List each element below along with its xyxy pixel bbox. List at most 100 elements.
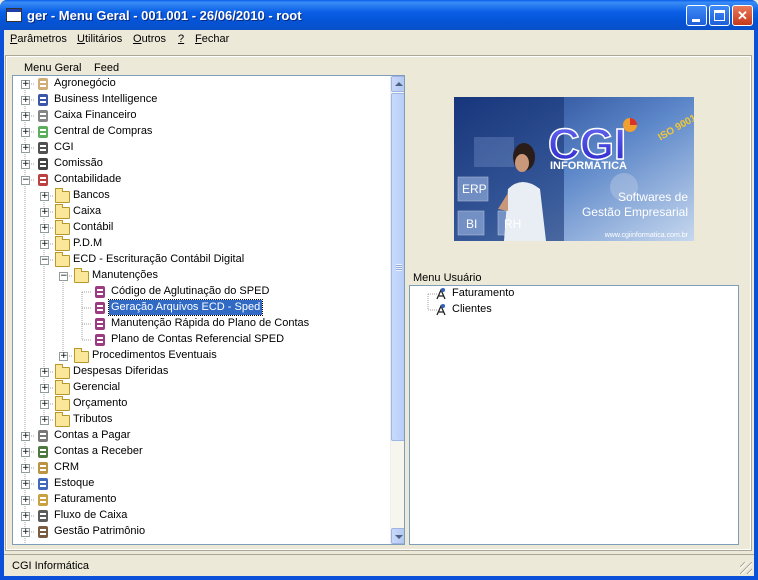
cgi-logo-banner: ERP BI RH CGI INFORMÁTICA ISO 9001 Softw…	[454, 97, 694, 241]
tree-node-label: Caixa	[73, 205, 102, 217]
crm-icon	[35, 460, 51, 476]
expand-icon[interactable]: +	[21, 464, 30, 473]
folder-icon	[54, 396, 70, 412]
tree-node[interactable]: + Gestão Patrimônio	[13, 524, 389, 540]
menu-help[interactable]: ?	[178, 33, 184, 45]
title-bar[interactable]: ger - Menu Geral - 001.001 - 26/06/2010 …	[0, 0, 758, 30]
bi-icon	[35, 92, 51, 108]
tree-node[interactable]: + Procedimentos Eventuais	[13, 348, 389, 364]
tree-node[interactable]: + Bancos	[13, 188, 389, 204]
expand-icon[interactable]: +	[21, 96, 30, 105]
shortcut-icon	[436, 304, 446, 316]
tree-node[interactable]: + Gerencial	[13, 380, 389, 396]
menu-utilitarios[interactable]: Utilitários	[77, 33, 122, 45]
maximize-button[interactable]	[709, 5, 730, 26]
folder-icon	[54, 188, 70, 204]
expand-icon[interactable]: +	[21, 432, 30, 441]
tree-node[interactable]: + Tributos	[13, 412, 389, 428]
tree-node[interactable]: + P.D.M	[13, 236, 389, 252]
user-item-label: Clientes	[452, 303, 492, 315]
tree-node-label: Orçamento	[73, 397, 128, 409]
minimize-button[interactable]	[686, 5, 707, 26]
collapse-icon[interactable]: −	[40, 256, 49, 265]
menu-fechar[interactable]: Fechar	[195, 33, 229, 45]
tree-node[interactable]: Geração Arquivos ECD - Sped	[13, 299, 389, 316]
expand-icon[interactable]: +	[21, 448, 30, 457]
resize-grip-icon[interactable]	[740, 562, 752, 574]
window-icon[interactable]	[6, 8, 22, 22]
tree-node[interactable]: + Agronegócio	[13, 76, 389, 92]
expand-icon[interactable]: +	[40, 416, 49, 425]
user-menu-tree[interactable]: Faturamento Clientes	[409, 285, 739, 545]
expand-icon[interactable]: +	[40, 192, 49, 201]
inventory-icon	[35, 476, 51, 492]
menu-tree[interactable]: + Agronegócio + Business Intelligence + Caixa…	[12, 75, 405, 545]
expand-icon[interactable]: +	[40, 224, 49, 233]
expand-icon[interactable]: +	[40, 384, 49, 393]
tree-node[interactable]: Plano de Contas Referencial SPED	[13, 332, 389, 348]
expand-icon[interactable]: +	[40, 368, 49, 377]
menu-parametros[interactable]: Parâmetros	[10, 33, 67, 45]
close-button[interactable]: ✕	[732, 5, 753, 26]
percent-icon	[35, 156, 51, 172]
tree-node[interactable]: + Comissão	[13, 156, 389, 172]
folder-icon	[73, 348, 89, 364]
expand-icon[interactable]: +	[21, 80, 30, 89]
tree-node[interactable]: + Orçamento	[13, 396, 389, 412]
expand-icon[interactable]: +	[21, 528, 30, 537]
menu-mnemonic: U	[77, 33, 85, 45]
minimize-icon	[692, 19, 700, 22]
expand-icon[interactable]: +	[59, 352, 68, 361]
tree-node[interactable]: + CRM	[13, 460, 389, 476]
tree-node[interactable]: − Contabilidade	[13, 172, 389, 188]
collapse-icon[interactable]: −	[59, 272, 68, 281]
tree-node-label: ECD - Escrituração Contábil Digital	[73, 253, 245, 265]
expand-icon[interactable]: +	[40, 400, 49, 409]
tree-node[interactable]: + Caixa Financeiro	[13, 108, 389, 124]
tree-node[interactable]: + Estoque	[13, 476, 389, 492]
menu-label: utros	[141, 33, 167, 45]
tree-node[interactable]: + Contábil	[13, 220, 389, 236]
expand-icon[interactable]: +	[21, 128, 30, 137]
program-icon	[92, 316, 108, 332]
tree-node[interactable]: Manutenção Rápida do Plano de Contas	[13, 316, 389, 332]
tree-node-label: Código de Aglutinação do SPED	[111, 285, 270, 297]
scroll-thumb[interactable]	[391, 93, 404, 441]
expand-icon[interactable]: +	[40, 240, 49, 249]
window-title: ger - Menu Geral - 001.001 - 26/06/2010 …	[27, 8, 302, 23]
scroll-up-button[interactable]	[391, 76, 404, 92]
expand-icon[interactable]: +	[21, 112, 30, 121]
expand-icon[interactable]: +	[21, 512, 30, 521]
tree-node[interactable]: + Contas a Receber	[13, 444, 389, 460]
expand-icon[interactable]: +	[40, 208, 49, 217]
tree-node[interactable]: + Caixa	[13, 204, 389, 220]
tree-scrollbar[interactable]	[390, 76, 404, 544]
tree-node[interactable]: + Faturamento	[13, 492, 389, 508]
tree-node[interactable]: + Fluxo de Caixa	[13, 508, 389, 524]
receivables-icon	[35, 444, 51, 460]
tree-node[interactable]: Código de Aglutinação do SPED	[13, 284, 389, 300]
expand-icon[interactable]: +	[21, 144, 30, 153]
tree-node[interactable]: − Manutenções	[13, 268, 389, 284]
tree-node[interactable]: − ECD - Escrituração Contábil Digital	[13, 252, 389, 268]
logo-bi: BI	[466, 217, 477, 231]
tab-feed[interactable]: Feed	[94, 62, 119, 74]
tree-node[interactable]: + Business Intelligence	[13, 92, 389, 108]
tree-node[interactable]: + Central de Compras	[13, 124, 389, 140]
tree-node[interactable]: + CGI	[13, 140, 389, 156]
tree-node[interactable]: + Contas a Pagar	[13, 428, 389, 444]
tab-menu-geral[interactable]: Menu Geral	[24, 62, 81, 74]
scroll-down-button[interactable]	[391, 528, 404, 544]
expand-icon[interactable]: +	[21, 480, 30, 489]
collapse-icon[interactable]: −	[21, 176, 30, 185]
tree-node-label: Central de Compras	[54, 125, 153, 137]
menu-outros[interactable]: Outros	[133, 33, 166, 45]
expand-icon[interactable]: +	[21, 496, 30, 505]
tree-node[interactable]: + Despesas Diferidas	[13, 364, 389, 380]
status-text: CGI Informática	[12, 560, 90, 572]
expand-icon[interactable]: +	[21, 160, 30, 169]
tree-node-label: Contabilidade	[54, 173, 122, 185]
menu-label: tilitários	[84, 33, 123, 45]
status-bar: CGI Informática	[4, 554, 754, 576]
user-menu-label: Menu Usuário	[413, 272, 482, 284]
